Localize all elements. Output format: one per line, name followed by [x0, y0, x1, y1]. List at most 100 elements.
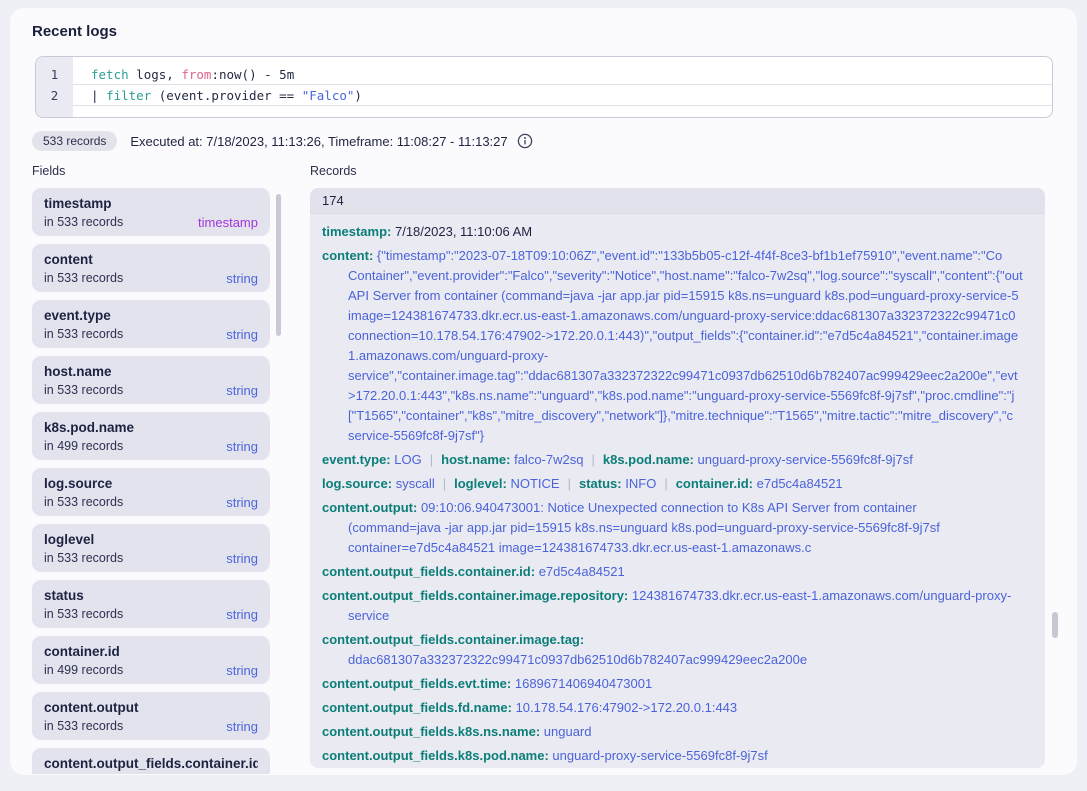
record-pairs-line: log.source: syscall|loglevel: NOTICE|sta… [322, 474, 1033, 494]
record-header[interactable]: 174 [310, 188, 1045, 214]
field-card-content.output[interactable]: content.output in 533 recordsstring [32, 692, 270, 740]
fields-scrollbar[interactable] [276, 194, 281, 336]
field-card-subrow: in 533 recordsstring [44, 271, 258, 286]
record-key: status: [579, 476, 622, 491]
record-key: event.type: [322, 452, 391, 467]
record-key: k8s.pod.name: [603, 452, 694, 467]
field-type-label: string [226, 719, 258, 734]
record-key: content.output: [322, 500, 417, 515]
fields-list: timestampin 533 recordstimestamp contenti… [32, 188, 270, 774]
field-card-k8s.pod.name[interactable]: k8s.pod.name in 499 recordsstring [32, 412, 270, 460]
record-value: syscall [396, 476, 435, 491]
field-card-subrow: in 533 recordsstring [44, 607, 258, 622]
field-record-count: in 533 records [44, 551, 123, 566]
field-type-label: string [226, 551, 258, 566]
record-row: timestamp: 7/18/2023, 11:10:06 AM [322, 222, 1033, 242]
field-card-content[interactable]: contentin 533 recordsstring [32, 244, 270, 292]
record-line: content: {"timestamp":"2023-07-18T09:10:… [322, 246, 1033, 266]
field-card-log.source[interactable]: log.sourcein 533 recordsstring [32, 468, 270, 516]
record-value: e7d5c4a84521 [539, 564, 625, 579]
records-scrollbar[interactable] [1052, 612, 1058, 638]
record-value: 124381674733.dkr.ecr.us-east-1.amazonaws… [632, 588, 1011, 603]
record-value: unguard-proxy-service-5569fc8f-9j7sf [552, 748, 767, 763]
record-key: content.output_fields.fd.name: [322, 700, 512, 715]
query-token: | [91, 88, 106, 103]
query-line: | filter (event.provider == "Falco") [73, 85, 1052, 106]
line-number: 2 [36, 85, 73, 106]
field-card-subrow: in 533 recordsstring [44, 327, 258, 342]
field-type-label: string [226, 495, 258, 510]
record-key: log.source: [322, 476, 392, 491]
record-line: content.output: 09:10:06.940473001: Noti… [322, 498, 1033, 518]
record-key: content.output_fields.evt.time: [322, 676, 511, 691]
record-row: content.output_fields.evt.time: 16896714… [322, 674, 1033, 694]
field-record-count: in 499 records [44, 663, 123, 678]
field-card-event.type[interactable]: event.type in 533 recordsstring [32, 300, 270, 348]
field-name: k8s.pod.name [44, 418, 258, 437]
field-card-subrow: in 499 recordsstring [44, 663, 258, 678]
field-record-count: in 533 records [44, 383, 123, 398]
record-value-continuation: ["T1565","container","k8s","mitre_discov… [322, 406, 1033, 426]
record-value: NOTICE [510, 476, 559, 491]
record-key: host.name: [441, 452, 510, 467]
query-line: fetch logs, from:now() - 5m [73, 64, 1052, 85]
record-line: content.output_fields.container.image.ta… [322, 630, 1033, 650]
field-card-loglevel[interactable]: loglevel in 533 records string [32, 524, 270, 572]
record-value-continuation: service","container.image.tag":"ddac6813… [322, 366, 1033, 386]
field-record-count: in 499 records [44, 439, 123, 454]
record-key: content.output_fields.container.image.re… [322, 588, 628, 603]
pair-separator: | [422, 452, 441, 467]
record-value-continuation: service-5569fc8f-9j7sf"} [322, 426, 1033, 446]
query-editor[interactable]: 12 fetch logs, from:now() - 5m| filter (… [35, 56, 1053, 118]
record-value: 1689671406940473001 [515, 676, 652, 691]
record-pairs-line: event.type: LOG|host.name: falco-7w2sq|k… [322, 450, 1033, 470]
record-key: loglevel: [454, 476, 507, 491]
record-line: timestamp: 7/18/2023, 11:10:06 AM [322, 222, 1033, 242]
record-body: timestamp: 7/18/2023, 11:10:06 AM content… [310, 214, 1045, 766]
page: Recent logs 12 fetch logs, from:now() - … [0, 0, 1087, 791]
field-record-count: in 533 records [44, 271, 123, 286]
record-row: log.source: syscall|loglevel: NOTICE|sta… [322, 474, 1033, 494]
field-card-host.name[interactable]: host.namein 533 recordsstring [32, 356, 270, 404]
record-line: content.output_fields.k8s.pod.name: ungu… [322, 746, 1033, 766]
query-code[interactable]: fetch logs, from:now() - 5m| filter (eve… [73, 57, 1052, 117]
record-row: content.output: 09:10:06.940473001: Noti… [322, 498, 1033, 558]
field-name: container.id [44, 642, 258, 661]
field-record-count: in 533 records [44, 215, 123, 230]
query-token: fetch [91, 67, 129, 82]
query-status-row: 533 records Executed at: 7/18/2023, 11:1… [32, 131, 1065, 151]
field-name: content.output_fields.container.id [44, 754, 258, 773]
field-card-subrow: in 533 recordsstring [44, 719, 258, 734]
fields-panel-label: Fields [32, 163, 286, 179]
query-token: ) [354, 88, 362, 103]
record-key: content.output_fields.container.image.ta… [322, 632, 584, 647]
record-row: content: {"timestamp":"2023-07-18T09:10:… [322, 246, 1033, 446]
field-record-count: in 533 records [44, 495, 123, 510]
field-card-subrow: in 533 recordsstring [44, 383, 258, 398]
record-card: 174 timestamp: 7/18/2023, 11:10:06 AM con… [310, 188, 1045, 768]
field-card-content.output_fields.container.id[interactable]: content.output_fields.container.idin 533… [32, 748, 270, 774]
field-name: loglevel [44, 530, 258, 549]
record-row: event.type: LOG|host.name: falco-7w2sq|k… [322, 450, 1033, 470]
field-card-subrow: in 499 recordsstring [44, 439, 258, 454]
field-card-subrow: in 533 records string [44, 551, 258, 566]
query-token: "Falco" [302, 88, 355, 103]
query-token: :now() - 5m [211, 67, 294, 82]
fields-panel: Fields timestampin 533 recordstimestamp c… [32, 163, 286, 774]
info-icon[interactable] [517, 133, 533, 149]
field-card-container.id[interactable]: container.id in 499 recordsstring [32, 636, 270, 684]
record-key: content.output_fields.k8s.ns.name: [322, 724, 540, 739]
field-name: content.output [44, 698, 258, 717]
record-row: content.output_fields.k8s.ns.name: ungua… [322, 722, 1033, 742]
record-row: content.output_fields.container.image.ta… [322, 630, 1033, 670]
record-value: LOG [394, 452, 421, 467]
record-key: content: [322, 248, 373, 263]
results-columns: Fields timestampin 533 recordstimestamp c… [22, 163, 1065, 774]
record-key: timestamp: [322, 224, 391, 239]
field-card-status[interactable]: statusin 533 recordsstring [32, 580, 270, 628]
field-card-timestamp[interactable]: timestampin 533 recordstimestamp [32, 188, 270, 236]
record-value: INFO [625, 476, 656, 491]
record-value-continuation: ddac681307a332372322c99471c0937db62510d6… [322, 650, 1033, 670]
field-name: event.type [44, 306, 258, 325]
field-card-subrow: in 533 records string [44, 495, 258, 510]
